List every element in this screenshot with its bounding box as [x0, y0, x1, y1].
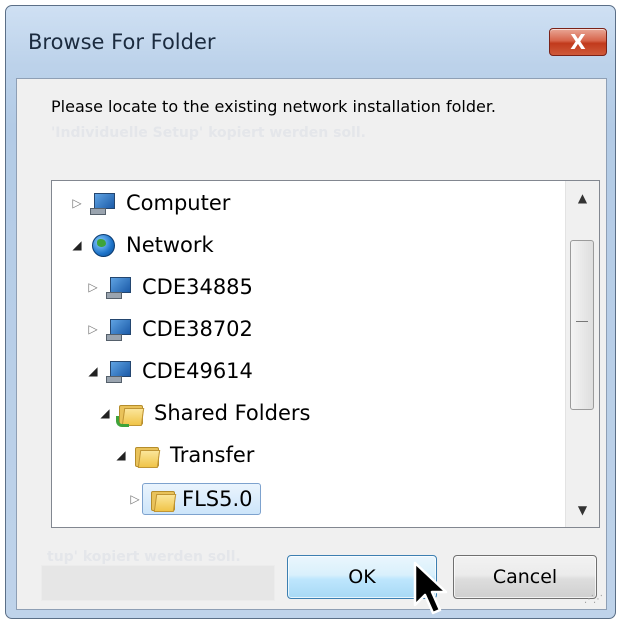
tree-node-cde49614[interactable]: ◢ CDE49614	[86, 351, 257, 391]
collapse-arrow-icon[interactable]: ◢	[114, 448, 128, 462]
tree-node-label: Shared Folders	[154, 401, 311, 425]
scrollbar-thumb[interactable]	[570, 240, 594, 410]
tree-node-label: CDE38702	[142, 317, 253, 341]
title-bar[interactable]: Browse For Folder X	[6, 6, 615, 78]
expand-arrow-icon[interactable]: ▷	[70, 196, 84, 210]
folder-icon	[134, 444, 161, 468]
tree-node-label: Transfer	[170, 443, 255, 467]
instruction-text: Please locate to the existing network in…	[51, 97, 497, 116]
tree-node-label: CDE49614	[142, 359, 253, 383]
tree-node-cde34885[interactable]: ▷ CDE34885	[86, 267, 257, 307]
background-window-text: tup' kopiert werden soll.	[47, 549, 241, 565]
computer-icon	[106, 276, 132, 299]
tree-node-shared-folders[interactable]: ◢ Shared Folders	[98, 393, 314, 433]
shared-folder-icon	[116, 402, 145, 427]
tree-node-transfer[interactable]: ◢ Transfer	[114, 435, 258, 475]
computer-icon	[90, 192, 116, 215]
network-globe-icon	[90, 234, 116, 257]
folder-icon	[150, 488, 177, 512]
tree-node-cde38702[interactable]: ▷ CDE38702	[86, 309, 257, 349]
background-window-field	[41, 565, 275, 601]
folder-tree-view[interactable]: ▷ Computer ◢ Network ▷ CDE34885 ▷ CDE387…	[51, 180, 600, 528]
selected-node-highlight[interactable]: FLS5.0	[142, 483, 261, 515]
collapse-arrow-icon[interactable]: ◢	[70, 238, 84, 252]
resize-grip-icon[interactable]: ⋰⋰	[584, 594, 603, 605]
tree-node-label: CDE34885	[142, 275, 253, 299]
tree-node-label: FLS5.0	[182, 487, 253, 511]
dialog-client-area: Please locate to the existing network in…	[16, 78, 607, 615]
close-icon: X	[570, 30, 586, 54]
window-title: Browse For Folder	[28, 30, 216, 54]
tree-node-label: Computer	[126, 191, 231, 215]
mouse-cursor-icon	[413, 561, 448, 615]
scroll-up-icon[interactable]: ▲	[566, 181, 599, 215]
expand-arrow-icon[interactable]: ▷	[86, 322, 100, 336]
collapse-arrow-icon[interactable]: ◢	[98, 406, 112, 420]
computer-icon	[106, 360, 132, 383]
tree-node-fls50[interactable]: ▷ FLS5.0	[128, 479, 261, 519]
scroll-down-icon[interactable]: ▼	[566, 493, 599, 527]
computer-icon	[106, 318, 132, 341]
vertical-scrollbar[interactable]: ▲ ▼	[565, 181, 599, 527]
tree-node-label: Network	[126, 233, 214, 257]
tree-node-network[interactable]: ◢ Network	[70, 225, 218, 265]
close-button[interactable]: X	[549, 28, 607, 56]
browse-for-folder-dialog: Browse For Folder X Please locate to the…	[5, 5, 616, 619]
expand-arrow-icon[interactable]: ▷	[128, 492, 142, 506]
expand-arrow-icon[interactable]: ▷	[86, 280, 100, 294]
tree-node-computer[interactable]: ▷ Computer	[70, 183, 234, 223]
collapse-arrow-icon[interactable]: ◢	[86, 364, 100, 378]
cancel-button[interactable]: Cancel	[453, 555, 597, 599]
background-window-text: 'Individuelle Setup' kopiert werden soll…	[51, 125, 366, 141]
